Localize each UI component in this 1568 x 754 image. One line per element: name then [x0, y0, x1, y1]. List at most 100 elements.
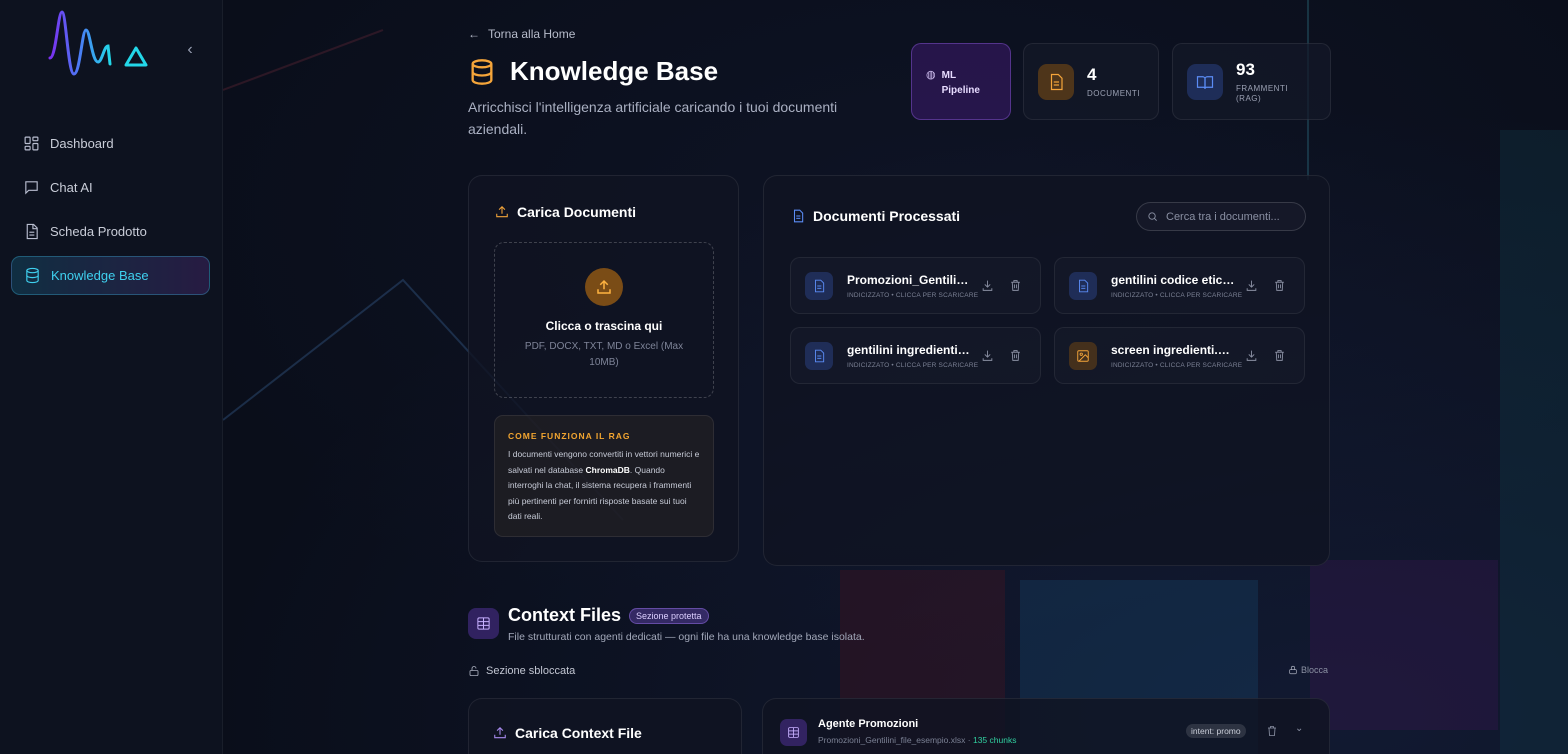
intent-badge: intent: promo: [1186, 724, 1246, 738]
processed-documents-card: Documenti Processati Promozioni_Gentilin…: [763, 175, 1330, 566]
table-icon: [788, 727, 799, 738]
table-icon-wrap: [780, 719, 807, 746]
book-open-icon: [1196, 75, 1214, 89]
agent-name: Agente Promozioni: [818, 718, 919, 730]
document-name: gentilini codice etico.pdf: [1111, 273, 1236, 287]
table-icon-wrap: [468, 608, 499, 639]
document-status: INDICIZZATO • CLICCA PER SCARICARE: [847, 362, 979, 369]
ml-pipeline-label-1: ML: [941, 70, 957, 81]
download-button[interactable]: [981, 279, 995, 293]
document-item[interactable]: Promozioni_Gentilini_file_esempio.xlsx I…: [790, 257, 1041, 314]
document-item[interactable]: screen ingredienti.png INDICIZZATO • CLI…: [1054, 327, 1305, 384]
stat-fragments-label: FRAMMENTI (RAG): [1236, 83, 1289, 103]
chevron-down-icon: ⌄: [1295, 723, 1304, 734]
table-icon: [477, 617, 490, 630]
file-text-icon: [815, 279, 825, 293]
download-button[interactable]: [1245, 279, 1259, 293]
delete-button[interactable]: [1009, 349, 1023, 363]
delete-agent-button[interactable]: [1266, 724, 1278, 742]
document-name: screen ingredienti.png: [1111, 343, 1236, 357]
section-unlocked-label: Sezione sbloccata: [486, 665, 576, 677]
search-input[interactable]: [1166, 210, 1296, 223]
download-icon: [982, 280, 993, 291]
unlock-icon: [469, 666, 479, 676]
documents-card-title: Documenti Processati: [813, 208, 961, 224]
context-files-title: Context Files: [508, 605, 622, 625]
page-title: Knowledge Base: [510, 56, 719, 86]
delete-button[interactable]: [1009, 279, 1023, 293]
document-name: Promozioni_Gentilini_file_esempio.xlsx: [847, 273, 972, 287]
stat-documents-value: 4: [1087, 64, 1097, 84]
main-content: ← Torna alla Home Knowledge Base Arricch…: [468, 0, 1338, 754]
download-button[interactable]: [981, 349, 995, 363]
ml-pipeline-button[interactable]: ◍ ML Pipeline: [911, 43, 1011, 120]
file-text-icon-wrap: [805, 342, 833, 370]
agent-promozioni-card[interactable]: Agente Promozioni Promozioni_Gentilini_f…: [762, 698, 1330, 754]
app-logo: [48, 10, 148, 76]
protected-section-badge: Sezione protetta: [629, 608, 709, 624]
image-icon-wrap: [1069, 342, 1097, 370]
page-subtitle: Arricchisci l'intelligenza artificiale c…: [468, 99, 838, 137]
stat-documents-label: DOCUMENTI: [1087, 88, 1140, 98]
chevron-left-icon: ‹: [187, 41, 193, 58]
dropzone-subtitle: PDF, DOCX, TXT, MD o Excel (Max 10MB): [524, 341, 684, 368]
stat-fragments-value: 93: [1236, 59, 1255, 79]
database-icon: [471, 58, 493, 85]
expand-agent-button[interactable]: ⌄: [1295, 723, 1303, 734]
sidebar-item-scheda-prodotto[interactable]: Scheda Prodotto: [11, 212, 210, 251]
chat-icon: [25, 181, 38, 195]
file-text-icon: [1079, 279, 1089, 293]
document-search[interactable]: [1136, 202, 1306, 231]
upload-documents-card: Carica Documenti Clicca o trascina qui P…: [468, 175, 739, 562]
agent-file-info: Promozioni_Gentilini_file_esempio.xlsx ·…: [818, 735, 1017, 745]
delete-button[interactable]: [1273, 349, 1287, 363]
upload-icon: [597, 279, 611, 294]
context-upload-title: Carica Context File: [515, 725, 642, 741]
sidebar-item-label: Knowledge Base: [51, 268, 149, 283]
download-button[interactable]: [1245, 349, 1259, 363]
section-unlocked-status: Sezione sbloccata: [468, 665, 575, 677]
lock-icon: [1289, 665, 1297, 675]
document-stat-icon-wrap: [1038, 63, 1074, 100]
download-icon: [982, 350, 993, 361]
sidebar-item-chat-ai[interactable]: Chat AI: [11, 168, 210, 207]
lock-section-button[interactable]: Blocca: [1288, 665, 1328, 675]
back-home-link[interactable]: ← Torna alla Home: [468, 27, 575, 41]
lock-label: Blocca: [1301, 665, 1329, 675]
ml-pipeline-label-2: Pipeline: [941, 85, 980, 96]
sidebar: ‹ Dashboard Chat AI Scheda Prodotto Know…: [0, 0, 223, 754]
file-text-icon-wrap: [1069, 272, 1097, 300]
sidebar-item-label: Dashboard: [50, 136, 114, 151]
download-icon: [1246, 350, 1257, 361]
document-icon: [1050, 73, 1063, 90]
page-title-row: Knowledge Base: [468, 56, 718, 87]
document-item[interactable]: gentilini ingredienti.pdf INDICIZZATO • …: [790, 327, 1041, 384]
stat-fragments: 93 FRAMMENTI (RAG): [1172, 43, 1331, 120]
document-item[interactable]: gentilini codice etico.pdf INDICIZZATO •…: [1054, 257, 1305, 314]
back-home-label: Torna alla Home: [488, 27, 576, 41]
trash-icon: [1268, 726, 1276, 736]
sidebar-item-dashboard[interactable]: Dashboard: [11, 124, 210, 163]
document-status: INDICIZZATO • CLICCA PER SCARICARE: [1111, 292, 1243, 299]
file-dropzone[interactable]: Clicca o trascina qui PDF, DOCX, TXT, MD…: [494, 242, 714, 398]
upload-circle-icon: [585, 268, 623, 306]
file-text-icon-wrap: [805, 272, 833, 300]
sidebar-item-knowledge-base[interactable]: Knowledge Base: [11, 256, 210, 295]
rag-info-text: I documenti vengono convertiti in vettor…: [508, 449, 700, 521]
documents-card-header: Documenti Processati: [791, 208, 960, 224]
delete-button[interactable]: [1273, 279, 1287, 293]
agent-chunks-count: 135 chunks: [972, 735, 1017, 745]
brain-icon: ◍: [926, 69, 936, 81]
arrow-left-icon: ←: [468, 27, 480, 41]
upload-context-file-card: Carica Context File: [468, 698, 742, 754]
upload-icon: [494, 727, 506, 739]
context-upload-header: Carica Context File: [493, 725, 642, 741]
rag-info-title: COME FUNZIONA IL RAG: [508, 431, 631, 441]
upload-card-header: Carica Documenti: [495, 204, 636, 220]
trash-icon: [1275, 280, 1284, 291]
upload-card-title: Carica Documenti: [517, 204, 637, 220]
collapse-sidebar-button[interactable]: ‹: [180, 40, 200, 60]
dropzone-title: Clicca o trascina qui: [545, 319, 663, 333]
document-status: INDICIZZATO • CLICCA PER SCARICARE: [1111, 362, 1243, 369]
download-icon: [1246, 280, 1257, 291]
